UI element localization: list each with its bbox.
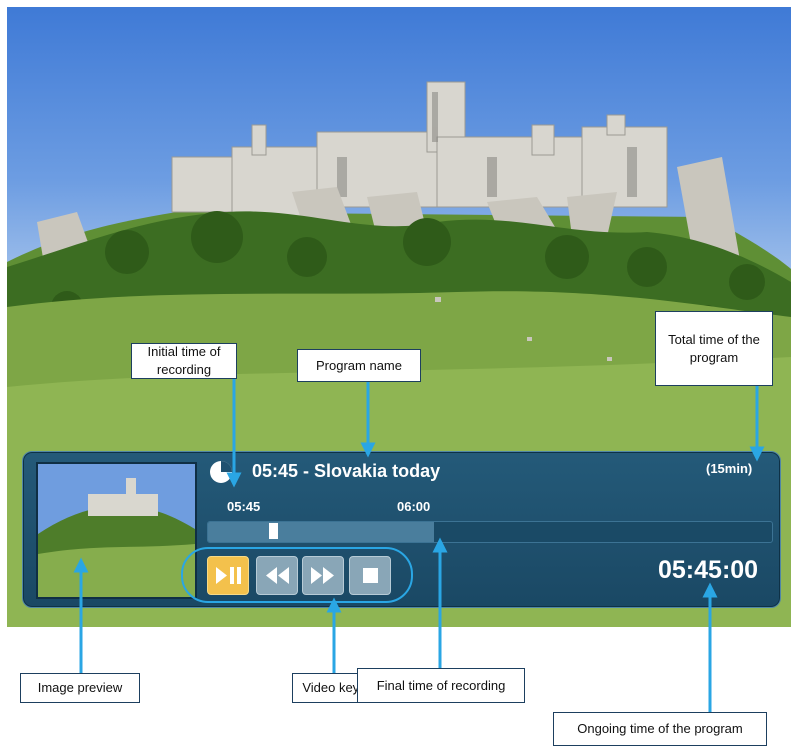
callout-program-name: Program name	[297, 349, 421, 382]
callout-image-preview: Image preview	[20, 673, 140, 703]
callout-ongoing-time: Ongoing time of the program	[553, 712, 767, 746]
callout-total-time: Total time of the program	[655, 311, 773, 386]
callout-final-time: Final time of recording	[357, 668, 525, 703]
callout-initial-time: Initial time of recording	[131, 343, 237, 379]
